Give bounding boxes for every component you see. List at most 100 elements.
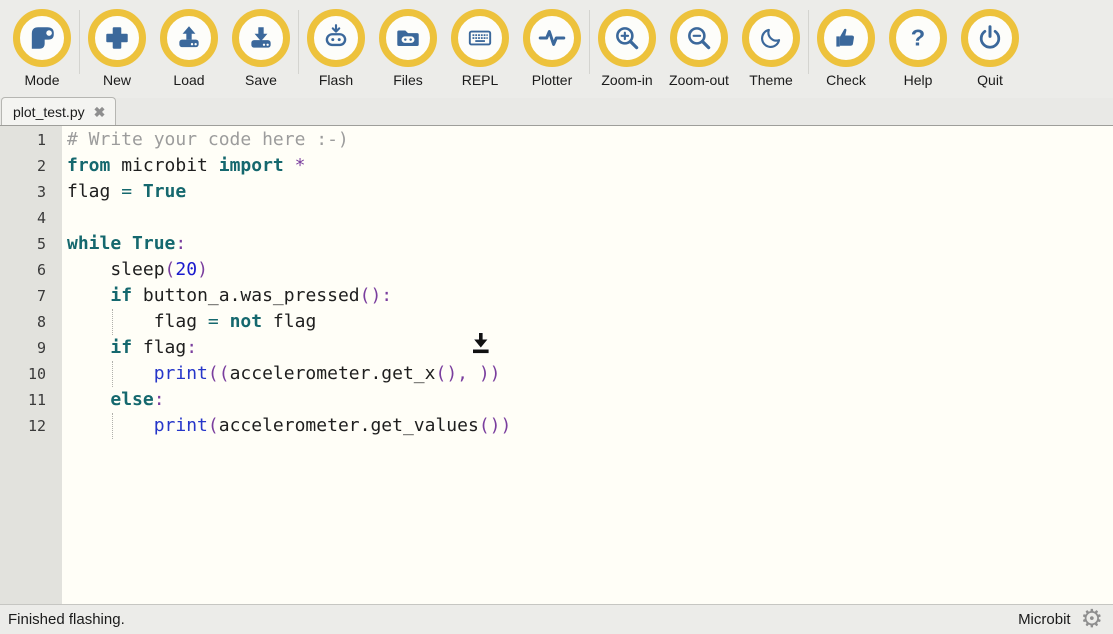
code-editor[interactable]: 1# Write your code here :-)2from microbi… xyxy=(0,126,1113,604)
download-cursor-icon xyxy=(468,331,494,359)
code-line[interactable]: 5while True: xyxy=(0,231,1113,257)
save-button[interactable]: Save xyxy=(225,9,297,88)
zoom-in-icon xyxy=(598,9,656,67)
help-button-label: Help xyxy=(904,72,933,88)
files-folder-icon xyxy=(379,9,437,67)
code-text: if flag: xyxy=(62,335,197,361)
toolbar-separator xyxy=(589,10,590,74)
repl-button[interactable]: REPL xyxy=(444,9,516,88)
code-line[interactable]: 8 flag = not flag xyxy=(0,309,1113,335)
line-number: 2 xyxy=(0,153,62,179)
line-number: 11 xyxy=(0,387,62,413)
status-right-group: Microbit ⚙ xyxy=(1018,607,1103,632)
mode-button[interactable]: Mode xyxy=(6,9,78,88)
code-line[interactable]: 4 xyxy=(0,205,1113,231)
files-button[interactable]: Files xyxy=(372,9,444,88)
zoom-out-button[interactable]: Zoom-out xyxy=(663,9,735,88)
toolbar-separator xyxy=(808,10,809,74)
code-line[interactable]: 3flag = True xyxy=(0,179,1113,205)
mode-icon xyxy=(13,9,71,67)
code-line[interactable]: 12 print(accelerometer.get_values()) xyxy=(0,413,1113,439)
upload-tray-icon xyxy=(160,9,218,67)
code-text: print(accelerometer.get_values()) xyxy=(62,413,511,439)
zoom-in-button-label: Zoom-in xyxy=(601,72,652,88)
code-text: flag = not flag xyxy=(62,309,316,335)
code-text: from microbit import * xyxy=(62,153,305,179)
mode-button-label: Mode xyxy=(24,72,59,88)
code-line[interactable]: 10 print((accelerometer.get_x(), )) xyxy=(0,361,1113,387)
code-text: else: xyxy=(62,387,165,413)
code-text xyxy=(62,205,67,231)
code-text: print((accelerometer.get_x(), )) xyxy=(62,361,501,387)
download-tray-icon xyxy=(232,9,290,67)
plotter-button[interactable]: Plotter xyxy=(516,9,588,88)
code-line[interactable]: 11 else: xyxy=(0,387,1113,413)
keyboard-icon xyxy=(451,9,509,67)
thumbs-up-icon xyxy=(817,9,875,67)
zoom-out-button-label: Zoom-out xyxy=(669,72,729,88)
mu-editor-window: Mode New Load xyxy=(0,0,1113,634)
line-number: 6 xyxy=(0,257,62,283)
zoom-out-icon xyxy=(670,9,728,67)
flash-button-label: Flash xyxy=(319,72,353,88)
new-button-label: New xyxy=(103,72,131,88)
tab-bar: plot_test.py ✖ xyxy=(0,98,1113,126)
line-number: 9 xyxy=(0,335,62,361)
indent-guide xyxy=(112,413,113,439)
line-number: 1 xyxy=(0,127,62,153)
status-message: Finished flashing. xyxy=(8,611,125,628)
line-number: 7 xyxy=(0,283,62,309)
new-button[interactable]: New xyxy=(81,9,153,88)
indent-guide xyxy=(112,309,113,335)
toolbar: Mode New Load xyxy=(0,0,1113,98)
plotter-button-label: Plotter xyxy=(532,72,572,88)
check-button-label: Check xyxy=(826,72,866,88)
flash-microbit-icon xyxy=(307,9,365,67)
toolbar-separator xyxy=(79,10,80,74)
help-button[interactable]: ? Help xyxy=(882,9,954,88)
toolbar-separator xyxy=(298,10,299,74)
power-icon xyxy=(961,9,1019,67)
quit-button[interactable]: Quit xyxy=(954,9,1026,88)
tab-title: plot_test.py xyxy=(13,104,85,120)
tab-close-icon[interactable]: ✖ xyxy=(94,105,106,119)
line-number: 12 xyxy=(0,413,62,439)
files-button-label: Files xyxy=(393,72,423,88)
line-number: 10 xyxy=(0,361,62,387)
moon-icon xyxy=(742,9,800,67)
line-number: 4 xyxy=(0,205,62,231)
tab-plot-test-py[interactable]: plot_test.py ✖ xyxy=(1,97,116,125)
indent-guide xyxy=(112,361,113,387)
code-text: if button_a.was_pressed(): xyxy=(62,283,392,309)
quit-button-label: Quit xyxy=(977,72,1003,88)
line-number: 5 xyxy=(0,231,62,257)
line-number: 3 xyxy=(0,179,62,205)
code-lines: 1# Write your code here :-)2from microbi… xyxy=(0,126,1113,439)
code-text: # Write your code here :-) xyxy=(62,127,349,153)
code-line[interactable]: 1# Write your code here :-) xyxy=(0,127,1113,153)
load-button-label: Load xyxy=(173,72,204,88)
line-number: 8 xyxy=(0,309,62,335)
code-text: flag = True xyxy=(62,179,186,205)
save-button-label: Save xyxy=(245,72,277,88)
code-line[interactable]: 2from microbit import * xyxy=(0,153,1113,179)
load-button[interactable]: Load xyxy=(153,9,225,88)
flash-button[interactable]: Flash xyxy=(300,9,372,88)
code-text: sleep(20) xyxy=(62,257,208,283)
theme-button[interactable]: Theme xyxy=(735,9,807,88)
gear-icon[interactable]: ⚙ xyxy=(1081,607,1103,632)
waveform-icon xyxy=(523,9,581,67)
status-bar: Finished flashing. Microbit ⚙ xyxy=(0,604,1113,634)
repl-button-label: REPL xyxy=(462,72,499,88)
code-line[interactable]: 9 if flag: xyxy=(0,335,1113,361)
code-text: while True: xyxy=(62,231,186,257)
theme-button-label: Theme xyxy=(749,72,793,88)
plus-icon xyxy=(88,9,146,67)
code-line[interactable]: 7 if button_a.was_pressed(): xyxy=(0,283,1113,309)
svg-text:?: ? xyxy=(911,25,925,51)
code-line[interactable]: 6 sleep(20) xyxy=(0,257,1113,283)
zoom-in-button[interactable]: Zoom-in xyxy=(591,9,663,88)
question-icon: ? xyxy=(889,9,947,67)
check-button[interactable]: Check xyxy=(810,9,882,88)
device-mode-name: Microbit xyxy=(1018,611,1071,628)
